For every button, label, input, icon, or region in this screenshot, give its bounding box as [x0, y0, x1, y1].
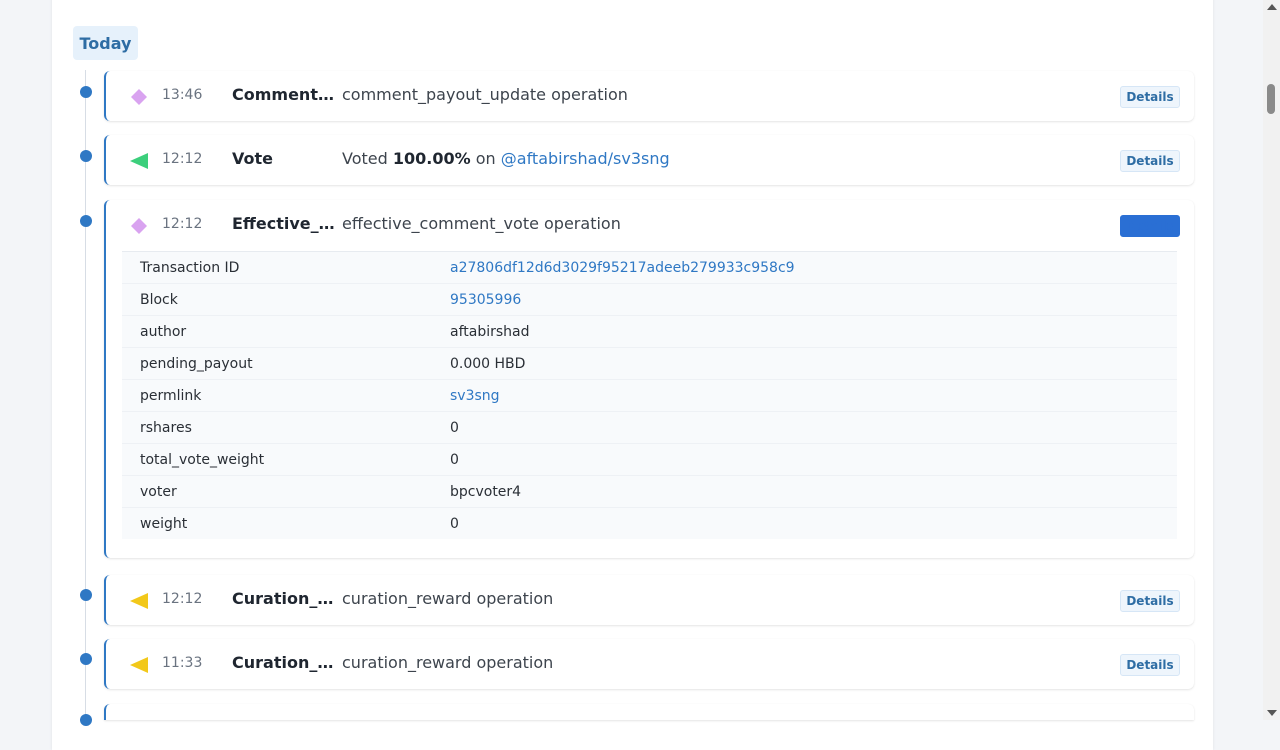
scroll-down-icon[interactable]: [1267, 710, 1277, 716]
timeline-dot: [80, 714, 92, 726]
diamond-icon: [131, 89, 147, 105]
operation-description: curation_reward operation: [342, 653, 554, 672]
permlink-link[interactable]: sv3sng: [450, 388, 500, 404]
vote-prefix: Voted: [342, 149, 388, 168]
operation-time: 12:12: [162, 591, 203, 607]
detail-row: Block 95305996: [122, 284, 1177, 316]
detail-value: 0.000 HBD: [450, 356, 526, 372]
operation-type: Curation_re...: [232, 653, 340, 672]
details-button[interactable]: Details: [1120, 150, 1180, 172]
detail-key: rshares: [140, 420, 192, 436]
operation-card: 13:46 Comment_... comment_payout_update …: [104, 71, 1194, 121]
operation-description: curation_reward operation: [342, 589, 554, 608]
timeline-dot: [80, 150, 92, 162]
detail-key: Block: [140, 292, 178, 308]
scrollbar[interactable]: [1263, 0, 1280, 720]
operation-type: Effective_c...: [232, 214, 340, 233]
detail-row: rshares 0: [122, 412, 1177, 444]
post-link[interactable]: @aftabirshad/sv3sng: [501, 149, 670, 168]
operation-description: Voted 100.00% on @aftabirshad/sv3sng: [342, 149, 670, 168]
timeline-dot: [80, 653, 92, 665]
details-button[interactable]: Details: [1120, 654, 1180, 676]
vote-percent: 100.00%: [392, 149, 471, 168]
detail-row: author aftabirshad: [122, 316, 1177, 348]
detail-key: Transaction ID: [140, 260, 240, 276]
day-label: Today: [73, 26, 138, 60]
detail-key: author: [140, 324, 187, 340]
scroll-thumb[interactable]: [1267, 84, 1275, 114]
curation-triangle-icon: [130, 657, 148, 673]
details-button[interactable]: Details: [1120, 86, 1180, 108]
operation-card-partial: [104, 704, 1194, 720]
details-panel: Transaction ID a27806df12d6d3029f95217ad…: [122, 251, 1177, 539]
details-button[interactable]: Details: [1120, 590, 1180, 612]
timeline-dot: [80, 215, 92, 227]
operation-type: Curation_re...: [232, 589, 340, 608]
operation-header: 11:33 Curation_re... curation_reward ope…: [106, 639, 1194, 689]
operation-card: 11:33 Curation_re... curation_reward ope…: [104, 639, 1194, 689]
operation-type: Comment_...: [232, 85, 340, 104]
detail-value: 0: [450, 452, 459, 468]
operation-header: 12:12 Curation_re... curation_reward ope…: [106, 575, 1194, 625]
detail-row: permlink sv3sng: [122, 380, 1177, 412]
diamond-icon: [131, 218, 147, 234]
timeline-dot: [80, 86, 92, 98]
operation-time: 12:12: [162, 151, 203, 167]
details-button[interactable]: Details: [1120, 215, 1180, 237]
operation-time: 13:46: [162, 87, 203, 103]
operation-header: 13:46 Comment_... comment_payout_update …: [106, 71, 1194, 121]
operation-type: Vote: [232, 149, 273, 168]
operation-card-expanded: 12:12 Effective_c... effective_comment_v…: [104, 200, 1194, 558]
operation-card: 12:12 Vote Voted 100.00% on @aftabirshad…: [104, 135, 1194, 185]
scroll-up-icon[interactable]: [1267, 4, 1277, 10]
block-link[interactable]: 95305996: [450, 292, 521, 308]
detail-row: total_vote_weight 0: [122, 444, 1177, 476]
vote-triangle-icon: [130, 153, 148, 169]
detail-value: aftabirshad: [450, 324, 530, 340]
transaction-id-link[interactable]: a27806df12d6d3029f95217adeeb279933c958c9: [450, 260, 795, 276]
detail-row: voter bpcvoter4: [122, 476, 1177, 508]
detail-key: total_vote_weight: [140, 452, 265, 468]
vote-on: on: [475, 149, 496, 168]
timeline-dot: [80, 589, 92, 601]
operation-description: effective_comment_vote operation: [342, 214, 621, 233]
detail-row: pending_payout 0.000 HBD: [122, 348, 1177, 380]
timeline-line: [85, 70, 86, 720]
detail-value: bpcvoter4: [450, 484, 522, 500]
operation-description: comment_payout_update operation: [342, 85, 628, 104]
operation-header: 12:12 Vote Voted 100.00% on @aftabirshad…: [106, 135, 1194, 185]
operation-time: 12:12: [162, 216, 203, 232]
detail-key: permlink: [140, 388, 202, 404]
operation-time: 11:33: [162, 655, 203, 671]
detail-value: 0: [450, 420, 459, 436]
detail-key: weight: [140, 516, 188, 532]
detail-key: pending_payout: [140, 356, 253, 372]
detail-value: 0: [450, 516, 459, 532]
curation-triangle-icon: [130, 593, 148, 609]
detail-key: voter: [140, 484, 177, 500]
detail-row: weight 0: [122, 508, 1177, 539]
detail-row: Transaction ID a27806df12d6d3029f95217ad…: [122, 252, 1177, 284]
operation-card: 12:12 Curation_re... curation_reward ope…: [104, 575, 1194, 625]
operation-header: 12:12 Effective_c... effective_comment_v…: [106, 200, 1194, 250]
